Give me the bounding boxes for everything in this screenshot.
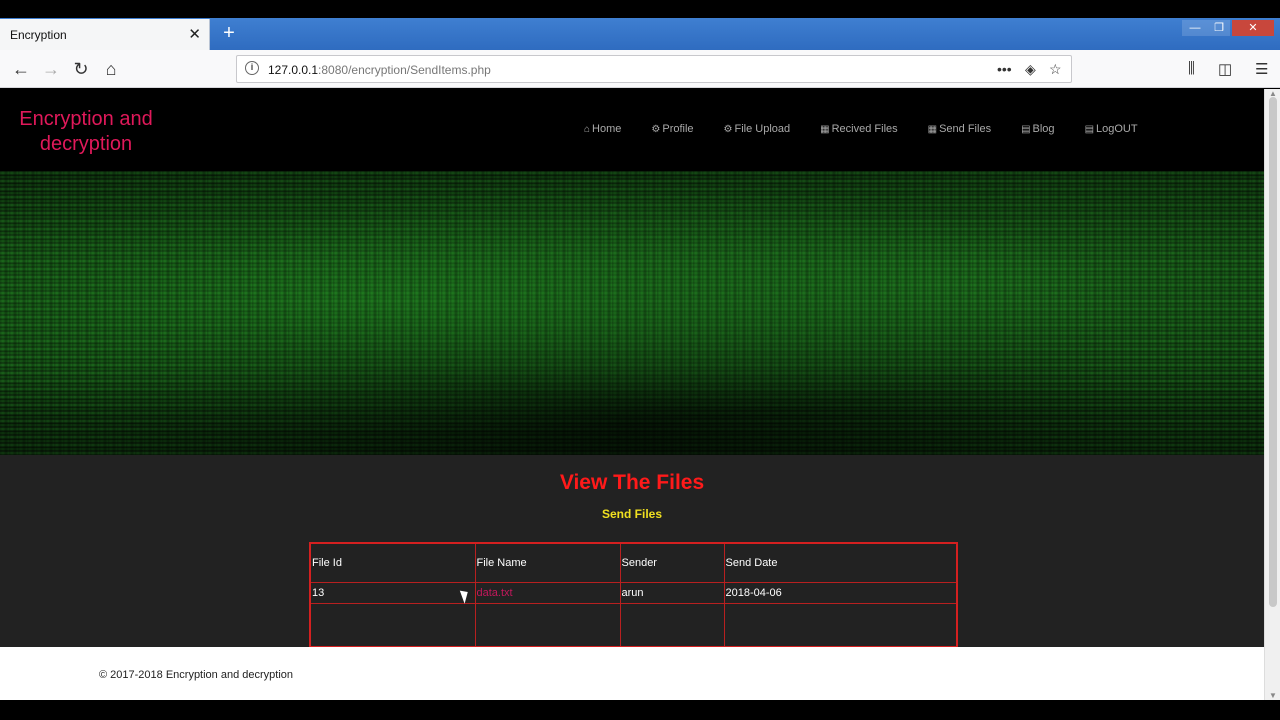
files-table: File Id File Name Sender Send Date 13 da… (309, 542, 958, 648)
tab-close-icon[interactable]: ✕ (188, 25, 201, 43)
nav-logout[interactable]: ▤ LogOUT (1085, 123, 1138, 135)
cell-file-id: 13 (309, 582, 476, 604)
col-header-sender: Sender (619, 542, 725, 584)
new-tab-button[interactable]: + (218, 22, 240, 44)
page-scrollbar[interactable]: ▲ ▼ (1264, 89, 1280, 700)
nav-label: Profile (662, 123, 694, 135)
logo-line-2: decryption (39, 133, 133, 155)
nav-label: LogOUT (1096, 123, 1138, 135)
col-header-file-name: File Name (474, 542, 621, 584)
matrix-banner-image (0, 171, 1264, 455)
window-close-button[interactable]: ✕ (1232, 20, 1274, 36)
site-logo[interactable]: Encryption and decryption (10, 107, 162, 157)
tab-title: Encryption (10, 28, 67, 42)
url-path: :8080/encryption/SendItems.php (318, 63, 491, 77)
main-nav: ⌂ Home ⚙ Profile ⚙ File Upload ▦ Recived Fil… (584, 123, 1168, 135)
table-header-row: File Id File Name Sender Send Date (309, 542, 958, 584)
url-host: 127.0.0.1 (268, 63, 319, 77)
page-title: View The Files (559, 471, 705, 494)
scroll-thumb[interactable] (1269, 97, 1277, 607)
browser-tab[interactable]: Encryption ✕ (0, 19, 210, 50)
book-icon: ▤ (1084, 124, 1095, 135)
nav-profile[interactable]: ⚙ Profile (651, 123, 693, 135)
browser-toolbar: ← → ↻ ⌂ i 127.0.0.1:8080/encryption/Send… (0, 50, 1280, 88)
site-footer: © 2017-2018 Encryption and decryption (0, 647, 1264, 700)
cell-send-date: 2018-04-06 (723, 582, 958, 604)
tab-bar: Encryption ✕ + — ❐ ✕ (0, 18, 1280, 50)
logo-line-1: Encryption and (19, 108, 153, 130)
menu-icon[interactable]: ☰ (1255, 60, 1268, 78)
bookmark-star-icon[interactable]: ☆ (1049, 61, 1062, 78)
nav-blog[interactable]: ▤ Blog (1021, 123, 1054, 135)
empty-cell (723, 602, 958, 648)
footer-copyright: © 2017-2018 Encryption and decryption (99, 669, 294, 681)
site-header: Encryption and decryption ⌂ Home ⚙ Profile… (0, 89, 1264, 171)
page-subtitle: Send Files (601, 507, 663, 521)
nav-home[interactable]: ⌂ Home (584, 123, 621, 135)
minimize-button[interactable]: — (1182, 20, 1208, 36)
forward-arrow-icon[interactable]: → (39, 57, 63, 81)
col-header-file-id: File Id (309, 542, 476, 584)
grid-icon: ▦ (927, 124, 938, 135)
file-name-link[interactable]: data.txt (477, 587, 513, 599)
empty-cell (619, 602, 725, 648)
nav-file-upload[interactable]: ⚙ File Upload (724, 123, 791, 135)
site-info-icon[interactable]: i (245, 61, 259, 75)
home-icon: ⌂ (584, 124, 591, 135)
nav-label: Recived Files (831, 123, 898, 135)
back-arrow-icon[interactable]: ← (9, 57, 33, 81)
sidebar-icon[interactable]: ◫ (1218, 60, 1232, 78)
nav-label: Send Files (939, 123, 992, 135)
cell-file-name: data.txt (474, 582, 621, 604)
maximize-button[interactable]: ❐ (1208, 20, 1230, 36)
book-icon: ▤ (1021, 124, 1031, 135)
nav-label: File Upload (734, 123, 791, 135)
pocket-icon[interactable]: ◈ (1025, 61, 1036, 78)
empty-cell (474, 602, 621, 648)
nav-received-files[interactable]: ▦ Recived Files (820, 123, 897, 135)
nav-label: Blog (1032, 123, 1055, 135)
reload-icon[interactable]: ↻ (69, 57, 93, 81)
home-icon[interactable]: ⌂ (99, 57, 123, 81)
scroll-down-icon[interactable]: ▼ (1269, 691, 1277, 700)
cell-sender: arun (619, 582, 725, 604)
empty-cell (309, 602, 476, 648)
banner-shade (0, 171, 1264, 455)
address-bar[interactable]: i 127.0.0.1:8080/encryption/SendItems.ph… (236, 55, 1072, 83)
nav-send-files[interactable]: ▦ Send Files (928, 123, 991, 135)
globe-icon: ⚙ (651, 124, 661, 135)
globe-icon: ⚙ (723, 124, 733, 135)
window-titlebar (0, 0, 1280, 18)
table-row: 13 data.txt arun 2018-04-06 (309, 582, 958, 604)
grid-icon: ▦ (820, 124, 830, 135)
web-page: Encryption and decryption ⌂ Home ⚙ Profile… (0, 89, 1264, 700)
table-row-empty (309, 602, 958, 648)
url-text: 127.0.0.1:8080/encryption/SendItems.php (268, 63, 491, 77)
page-actions-icon[interactable]: ••• (997, 61, 1012, 77)
nav-label: Home (592, 123, 622, 135)
col-header-send-date: Send Date (723, 542, 958, 584)
library-icon[interactable]: ⫼ (1188, 60, 1195, 77)
